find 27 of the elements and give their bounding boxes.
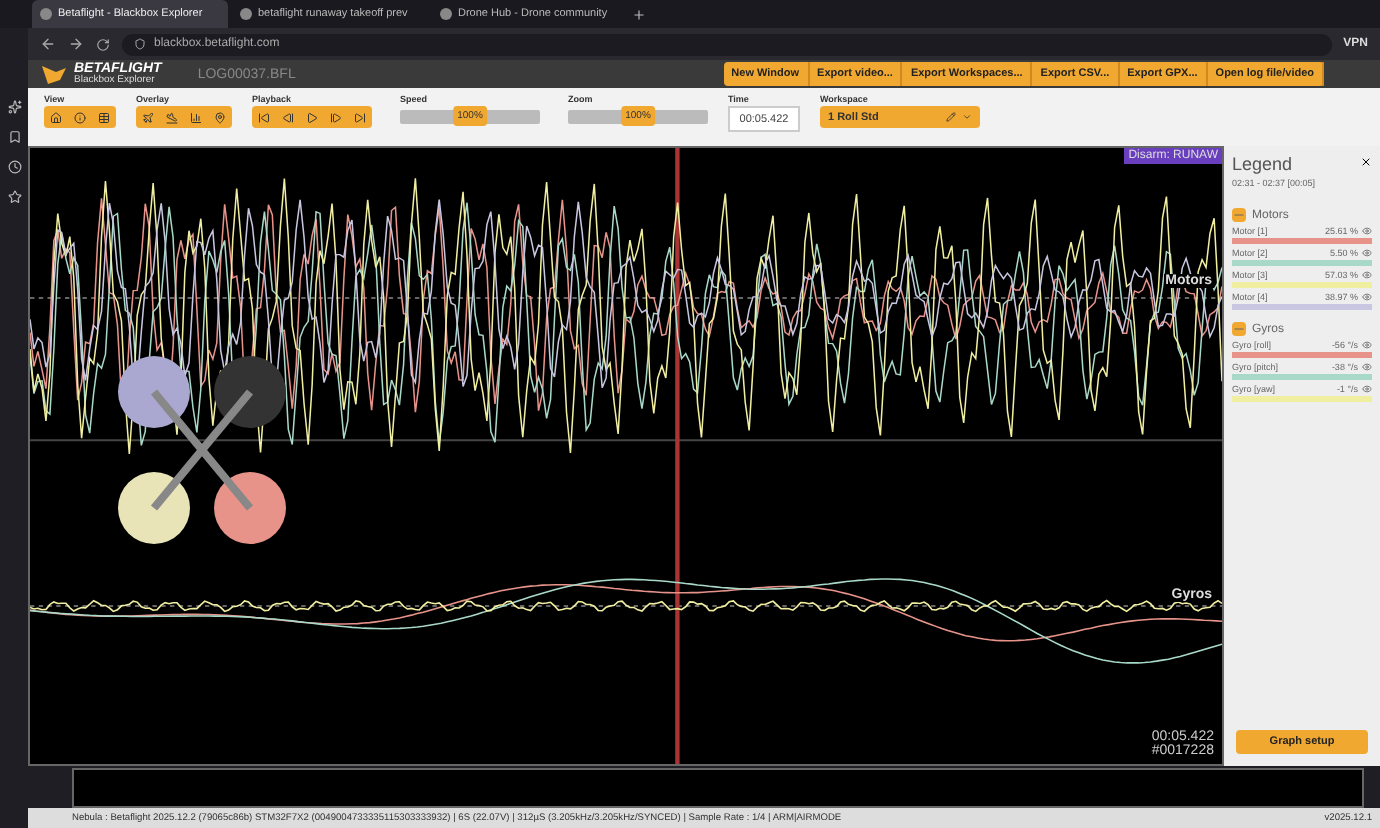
- eye-icon[interactable]: [1362, 248, 1372, 258]
- eye-icon[interactable]: [1362, 384, 1372, 394]
- legend-title: Legend: [1232, 154, 1293, 174]
- sparkle-icon[interactable]: [7, 100, 21, 114]
- chevron-down-icon[interactable]: [962, 112, 972, 122]
- favicon-icon: [440, 8, 452, 20]
- forward-icon[interactable]: [68, 36, 84, 52]
- timeline-bar[interactable]: [72, 768, 1364, 808]
- pencil-icon[interactable]: [946, 112, 956, 122]
- shield-icon: [134, 38, 146, 50]
- eye-icon[interactable]: [1362, 270, 1372, 280]
- collapse-icon[interactable]: [1232, 322, 1246, 336]
- eye-icon[interactable]: [1362, 226, 1372, 236]
- collapse-icon[interactable]: [1232, 208, 1246, 222]
- new-tab-icon[interactable]: [632, 7, 646, 21]
- eye-icon[interactable]: [1362, 292, 1372, 302]
- eye-icon[interactable]: [1362, 340, 1372, 350]
- back-icon[interactable]: [40, 36, 56, 52]
- clock-icon[interactable]: [7, 160, 21, 174]
- eye-icon[interactable]: [1362, 362, 1372, 372]
- reload-icon[interactable]: [96, 37, 110, 51]
- info-icon[interactable]: [68, 106, 92, 128]
- bookmark-icon[interactable]: [7, 130, 21, 144]
- favicon-icon: [240, 8, 252, 20]
- close-icon[interactable]: [1360, 156, 1372, 168]
- star-icon[interactable]: [7, 190, 21, 204]
- favicon-icon: [40, 8, 52, 20]
